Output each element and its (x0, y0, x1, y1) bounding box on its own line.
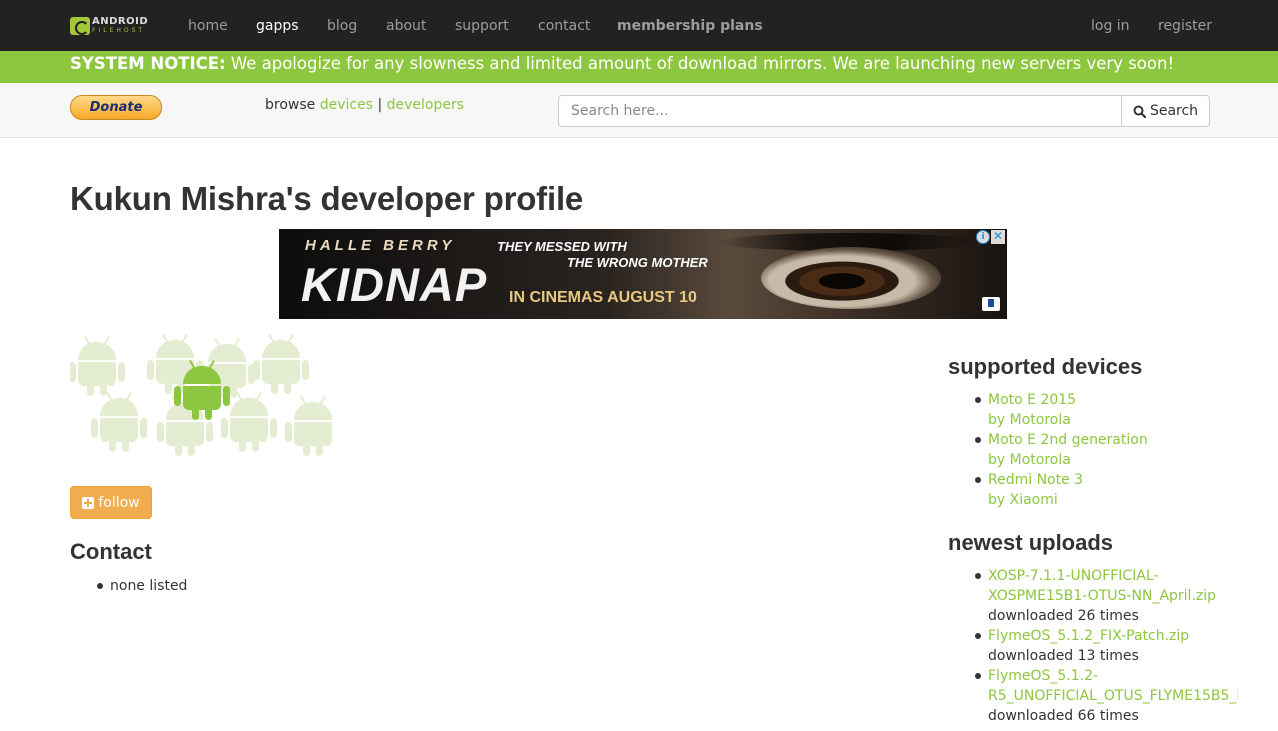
ad-tagline-2: THE WRONG MOTHER (567, 255, 708, 270)
device-link[interactable]: Moto E 2015 (988, 390, 1148, 410)
nav-membership-plans[interactable]: membership plans (617, 17, 763, 35)
nav-gapps[interactable]: gapps (256, 17, 299, 35)
browse-search-bar: Donate browse devices | developers Searc… (0, 83, 1278, 138)
ad-release-date: IN CINEMAS AUGUST 10 (509, 289, 697, 306)
nav-home[interactable]: home (188, 17, 228, 35)
ad-close-icon[interactable]: ✕ (991, 230, 1005, 244)
nav-about[interactable]: about (386, 17, 426, 35)
nav-register[interactable]: register (1158, 17, 1212, 35)
android-icon (285, 396, 333, 456)
upload-link[interactable]: FlymeOS_5.1.2- R5_UNOFFICIAL_OTUS_FLYME15… (988, 666, 1238, 706)
ad-info-icon[interactable]: i (976, 230, 990, 244)
newest-uploads-heading: newest uploads (948, 530, 1114, 555)
android-icon (174, 360, 230, 420)
upload-download-count: downloaded 66 times (988, 708, 1139, 724)
device-item: Redmi Note 3 by Xiaomi (948, 470, 1148, 510)
logo-text: ANDROID FILEHOST (92, 16, 149, 35)
browse-links: browse devices | developers (265, 96, 464, 114)
contact-heading: Contact (70, 539, 152, 564)
contact-list: none listed (70, 576, 187, 596)
search-icon (1133, 105, 1146, 118)
donate-button[interactable]: Donate (70, 95, 162, 120)
ad-brand-logo-icon (982, 297, 1000, 311)
browse-separator: | (373, 97, 387, 113)
upload-link[interactable]: XOSP-7.1.1-UNOFFICIAL- XOSPME15B1-OTUS-NN… (988, 566, 1238, 606)
device-item: Moto E 2015 by Motorola (948, 390, 1148, 430)
plus-square-icon (82, 496, 95, 509)
device-maker: by Xiaomi (988, 492, 1058, 508)
supported-devices-list: Moto E 2015 by Motorola Moto E 2nd genera… (948, 390, 1148, 510)
upload-item: FlymeOS_5.1.2_FIX-Patch.zip downloaded 13… (948, 626, 1238, 666)
upload-download-count: downloaded 26 times (988, 608, 1139, 624)
nav-log-in[interactable]: log in (1091, 17, 1130, 35)
ad-tagline-1: THEY MESSED WITH (497, 239, 627, 254)
ad-title: KIDNAP (301, 258, 488, 311)
device-link[interactable]: Moto E 2nd generation (988, 430, 1148, 450)
ad-banner[interactable]: HALLE BERRY KIDNAP THEY MESSED WITH THE … (279, 229, 1007, 319)
device-maker: by Motorola (988, 452, 1071, 468)
notice-label: SYSTEM NOTICE: (70, 54, 226, 73)
nav-support[interactable]: support (455, 17, 509, 35)
notice-message: We apologize for any slowness and limite… (225, 54, 1175, 73)
nav-contact[interactable]: contact (538, 17, 590, 35)
logo-icon (70, 17, 90, 35)
upload-download-count: downloaded 13 times (988, 648, 1139, 664)
browse-developers-link[interactable]: developers (387, 97, 464, 113)
developer-avatar (70, 334, 333, 464)
android-icon (253, 334, 309, 394)
nav-blog[interactable]: blog (327, 17, 357, 35)
system-notice-text: SYSTEM NOTICE: We apologize for any slow… (70, 53, 1174, 75)
top-navbar: ANDROID FILEHOST home gapps blog about su… (0, 0, 1278, 51)
upload-item: XOSP-7.1.1-UNOFFICIAL- XOSPME15B1-OTUS-NN… (948, 566, 1238, 626)
follow-button-label: follow (98, 494, 140, 511)
newest-uploads-list: XOSP-7.1.1-UNOFFICIAL- XOSPME15B1-OTUS-NN… (948, 566, 1238, 726)
system-notice-bar: SYSTEM NOTICE: We apologize for any slow… (0, 51, 1278, 83)
search-input[interactable] (558, 95, 1122, 127)
site-logo[interactable]: ANDROID FILEHOST (70, 17, 148, 35)
follow-button[interactable]: follow (70, 486, 152, 519)
android-icon (70, 336, 125, 396)
device-item: Moto E 2nd generation by Motorola (948, 430, 1148, 470)
browse-label: browse (265, 97, 320, 113)
upload-link[interactable]: FlymeOS_5.1.2_FIX-Patch.zip (988, 626, 1238, 646)
device-maker: by Motorola (988, 412, 1071, 428)
supported-devices-heading: supported devices (948, 354, 1143, 379)
device-link[interactable]: Redmi Note 3 (988, 470, 1148, 490)
android-icon (91, 392, 147, 452)
ad-eye-image (761, 247, 941, 309)
search-button[interactable]: Search (1121, 95, 1210, 127)
browse-devices-link[interactable]: devices (320, 97, 373, 113)
contact-item: none listed (70, 576, 187, 596)
search-button-label: Search (1149, 103, 1199, 119)
page-title: Kukun Mishra's developer profile (70, 180, 584, 217)
android-icon (221, 392, 277, 452)
upload-item: FlymeOS_5.1.2- R5_UNOFFICIAL_OTUS_FLYME15… (948, 666, 1238, 726)
ad-actor-name: HALLE BERRY (305, 237, 456, 254)
